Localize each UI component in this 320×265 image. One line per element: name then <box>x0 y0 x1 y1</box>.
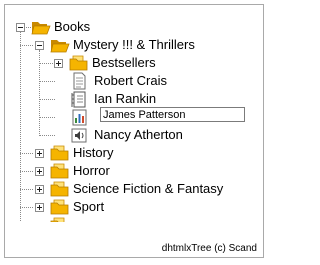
folder-icon <box>50 144 70 162</box>
folder-icon <box>50 198 70 216</box>
tree-line-sport <box>20 207 33 208</box>
tree-line-mystery <box>20 45 33 46</box>
folder-open-icon <box>50 36 70 54</box>
collapse-toggle-mystery[interactable] <box>35 41 44 50</box>
tree-node-nancy-atherton[interactable]: Nancy Atherton <box>94 126 183 144</box>
chart-icon <box>69 108 89 126</box>
tree-node-mystery-thrillers[interactable]: Mystery !!! & Thrillers <box>73 36 195 54</box>
folder-icon <box>50 216 70 222</box>
footer-credit: dhtmlxTree (c) Scand <box>161 243 257 254</box>
tree-line-history <box>20 153 33 154</box>
tree-node-ian-rankin[interactable]: Ian Rankin <box>94 90 156 108</box>
expand-toggle-bestsellers[interactable] <box>54 59 63 68</box>
tree-node-books[interactable]: Books <box>54 18 90 36</box>
tree-line-level0 <box>20 29 21 221</box>
speaker-icon <box>69 126 89 144</box>
tree-line-bestsellers <box>39 63 53 64</box>
node-rename-input[interactable] <box>100 107 245 122</box>
tree-node-bestsellers[interactable]: Bestsellers <box>92 54 156 72</box>
tree-line-james-patterson <box>39 117 55 118</box>
tree-line-ian-rankin <box>39 99 55 100</box>
tree-line-horror <box>20 171 33 172</box>
book-icon <box>69 90 89 108</box>
tree-node-history[interactable]: History <box>73 144 113 162</box>
expand-toggle-history[interactable] <box>35 149 44 158</box>
tree-node-science-fiction-fantasy[interactable]: Science Fiction & Fantasy <box>73 180 223 198</box>
collapse-toggle-books[interactable] <box>16 23 25 32</box>
tree-panel: Books Mystery !!! & Thrillers Bestseller… <box>4 4 264 258</box>
tree-line-nancy-atherton <box>39 135 55 136</box>
expand-toggle-sport[interactable] <box>35 203 44 212</box>
expand-toggle-horror[interactable] <box>35 167 44 176</box>
tree-line-scifi <box>20 189 33 190</box>
tree-node-horror[interactable]: Horror <box>73 162 110 180</box>
tree-node-robert-crais[interactable]: Robert Crais <box>94 72 167 90</box>
tree-line-robert-crais <box>39 81 55 82</box>
folder-icon <box>50 180 70 198</box>
tree-node-sport[interactable]: Sport <box>73 198 104 216</box>
folder-open-icon <box>31 18 51 36</box>
folder-icon <box>69 54 89 72</box>
folder-icon <box>50 162 70 180</box>
expand-toggle-scifi[interactable] <box>35 185 44 194</box>
document-icon <box>69 72 89 90</box>
